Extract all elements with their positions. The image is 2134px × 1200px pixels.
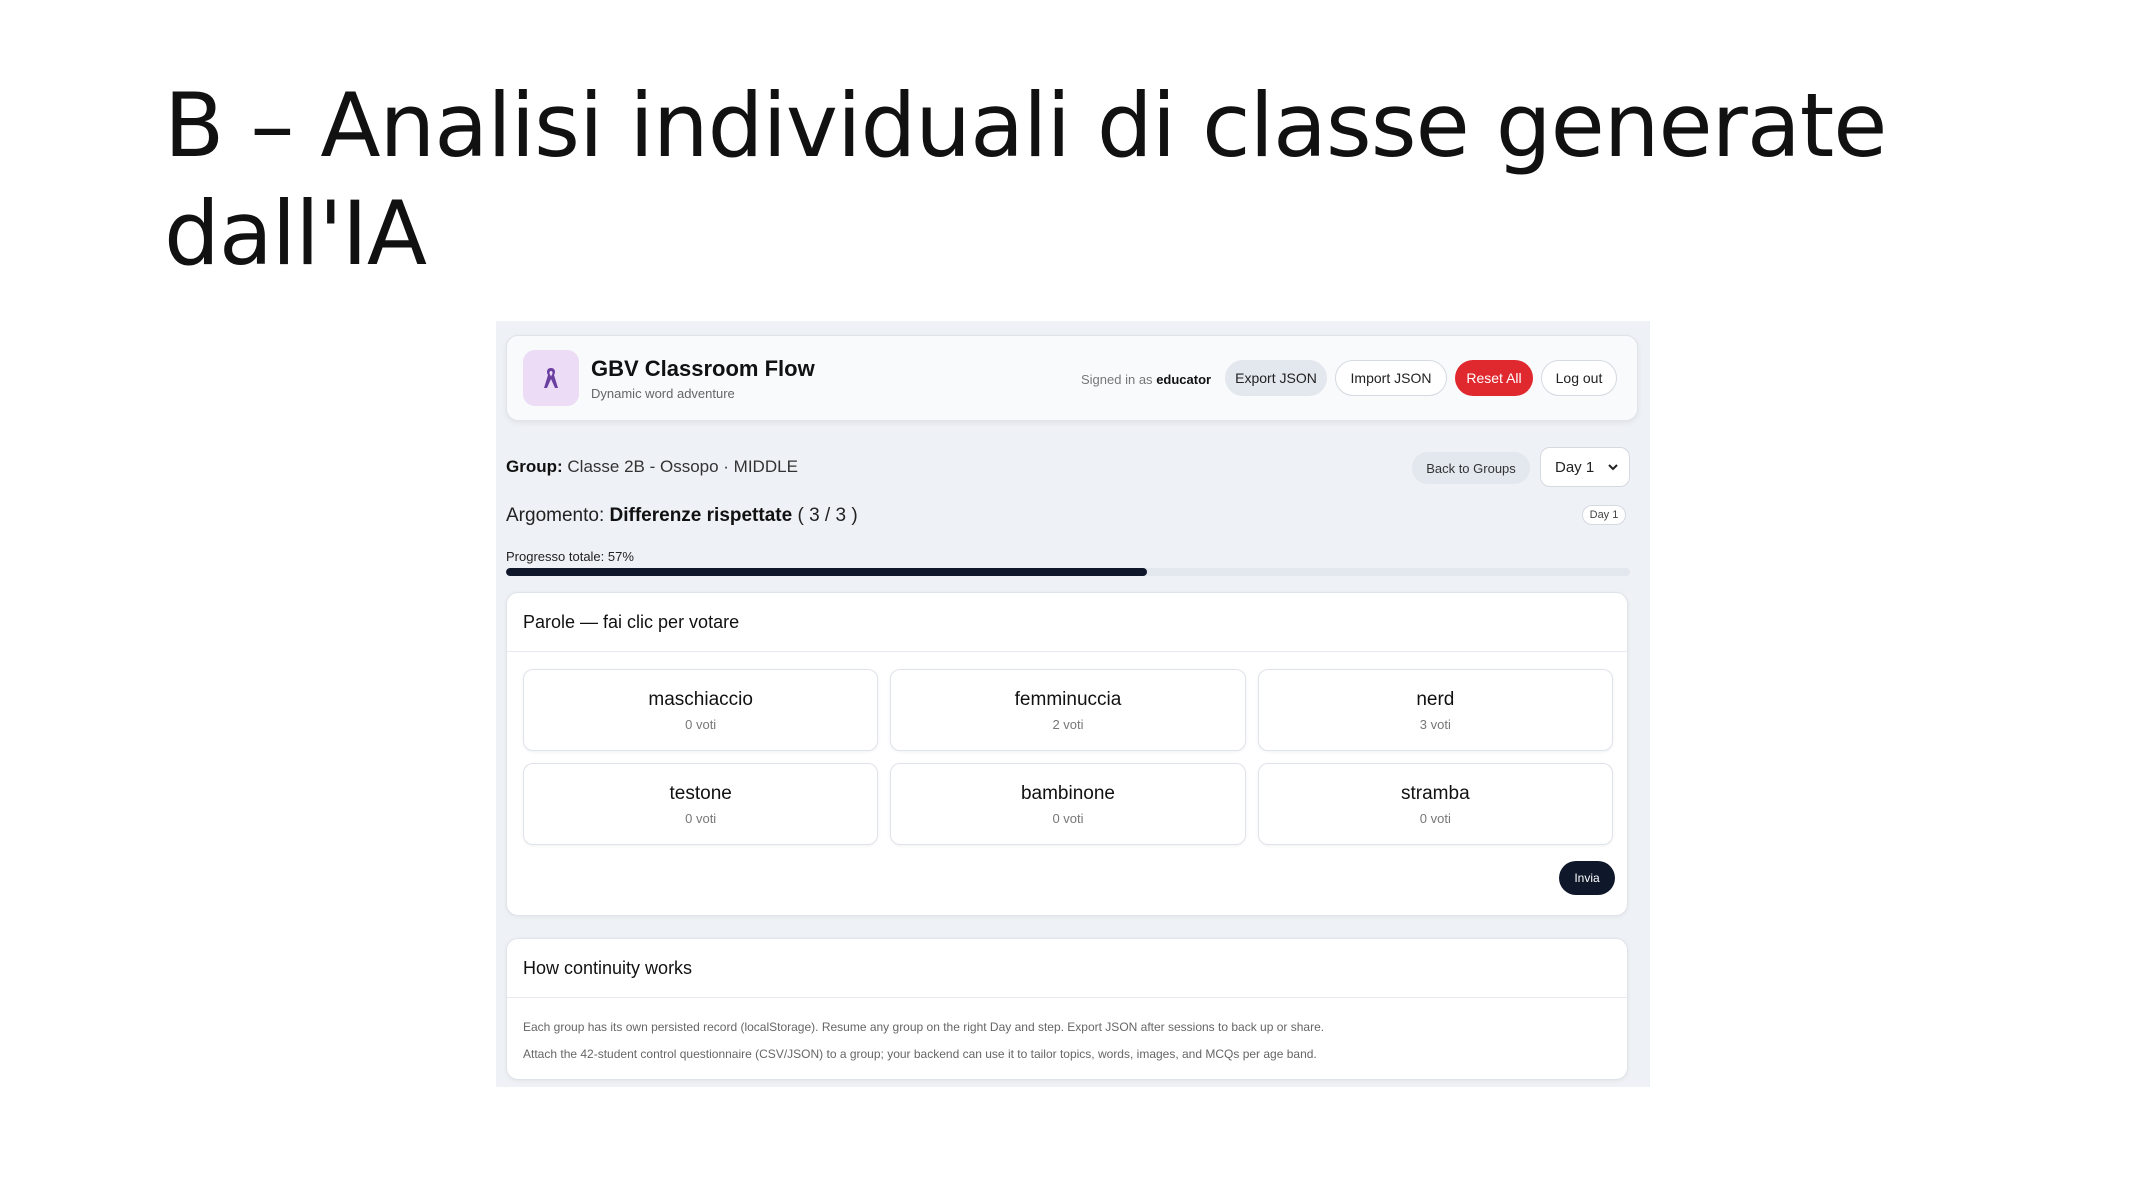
topic-counter: ( 3 / 3 ) — [797, 505, 858, 526]
day-select[interactable]: Day 1 — [1540, 447, 1630, 487]
word-votes: 0 voti — [1419, 810, 1451, 826]
word-option[interactable]: nerd 3 voti — [1257, 669, 1613, 751]
word-grid: maschiaccio 0 voti femminuccia 2 voti ne… — [523, 669, 1613, 845]
app-title: GBV Classroom Flow — [591, 356, 815, 381]
day-select-value: Day 1 — [1555, 458, 1595, 476]
word-label: maschiaccio — [648, 688, 753, 710]
word-votes: 0 voti — [1052, 810, 1084, 826]
group-value: Classe 2B - Ossopo · MIDDLE — [567, 457, 798, 476]
info-text: Each group has its own persisted record … — [507, 998, 1627, 1068]
group-label: Group: — [506, 457, 563, 476]
signed-in-status: Signed in as educator — [1081, 372, 1211, 387]
word-votes: 0 voti — [685, 716, 717, 732]
chevron-down-icon — [1607, 457, 1619, 481]
topic-info: Argomento: Differenze rispettate ( 3 / 3… — [506, 505, 858, 527]
info-card-title: How continuity works — [507, 939, 1627, 998]
app-subtitle: Dynamic word adventure — [591, 386, 735, 401]
app-header: GBV Classroom Flow Dynamic word adventur… — [506, 335, 1638, 421]
word-votes: 0 voti — [685, 810, 717, 826]
export-json-button[interactable]: Export JSON — [1225, 360, 1327, 396]
topic-name: Differenze rispettate — [609, 505, 793, 526]
word-label: bambinone — [1020, 782, 1115, 804]
signed-in-user: educator — [1156, 372, 1212, 387]
word-option[interactable]: testone 0 voti — [523, 763, 879, 845]
ribbon-icon — [523, 350, 579, 406]
word-label: nerd — [1416, 688, 1455, 710]
info-line: Each group has its own persisted record … — [523, 1020, 1325, 1034]
day-badge: Day 1 — [1582, 505, 1626, 525]
send-button[interactable]: Invia — [1559, 861, 1615, 895]
progress-fill — [506, 568, 1147, 576]
slide-title: B – Analisi individuali di classe genera… — [164, 74, 1887, 285]
word-label: femminuccia — [1014, 688, 1122, 710]
app-screenshot: GBV Classroom Flow Dynamic word adventur… — [496, 321, 1650, 1087]
reset-all-button[interactable]: Reset All — [1455, 360, 1533, 396]
word-label: stramba — [1401, 782, 1470, 804]
word-option[interactable]: femminuccia 2 voti — [890, 669, 1246, 751]
topic-label: Argomento: — [506, 505, 605, 526]
signed-in-prefix: Signed in as — [1081, 372, 1153, 387]
words-card: Parole — fai clic per votare maschiaccio… — [506, 592, 1628, 916]
word-option[interactable]: stramba 0 voti — [1257, 763, 1613, 845]
word-votes: 3 voti — [1419, 716, 1451, 732]
words-card-title: Parole — fai clic per votare — [507, 593, 1627, 652]
word-option[interactable]: maschiaccio 0 voti — [523, 669, 879, 751]
continuity-info-card: How continuity works Each group has its … — [506, 938, 1628, 1080]
back-to-groups-button[interactable]: Back to Groups — [1412, 452, 1530, 484]
import-json-button[interactable]: Import JSON — [1335, 360, 1447, 396]
progress-bar — [506, 568, 1630, 576]
progress-label: Progresso totale: 57% — [506, 549, 634, 564]
group-info: Group: Classe 2B - Ossopo · MIDDLE — [506, 457, 798, 477]
word-option[interactable]: bambinone 0 voti — [890, 763, 1246, 845]
word-label: testone — [669, 782, 732, 804]
word-votes: 2 voti — [1052, 716, 1084, 732]
info-line: Attach the 42-student control questionna… — [523, 1047, 1317, 1061]
log-out-button[interactable]: Log out — [1541, 360, 1617, 396]
